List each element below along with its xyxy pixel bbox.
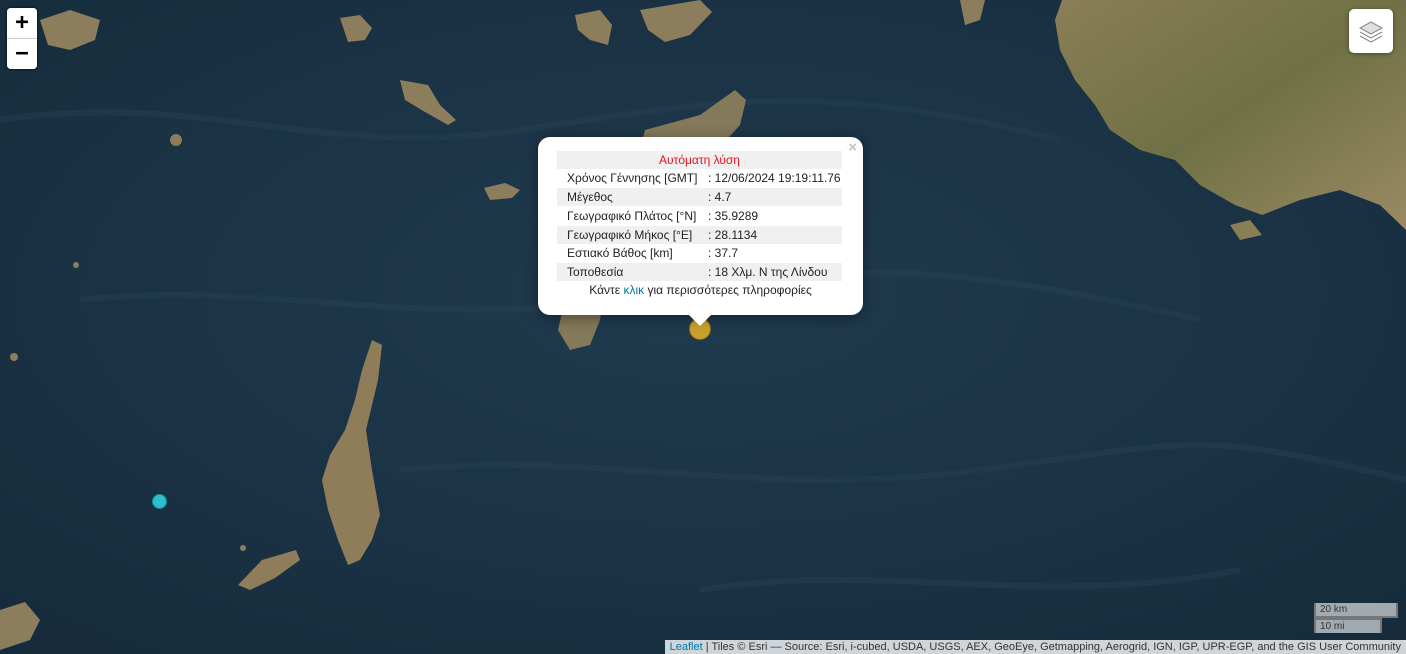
leaflet-link[interactable]: Leaflet: [670, 641, 703, 653]
zoom-in-button[interactable]: +: [7, 8, 37, 38]
row-value: : 18 Χλμ. Ν της Λίνδου: [708, 265, 828, 279]
row-value: : 37.7: [708, 246, 739, 260]
row-label: Μέγεθος: [567, 190, 613, 204]
row-label: Εστιακό Βάθος [km]: [567, 246, 673, 260]
popup-row-origin-time: Χρόνος Γέννησης [GMT] : 12/06/2024 19:19…: [557, 169, 842, 187]
footer-suffix: για περισσότερες πληροφορίες: [644, 283, 812, 297]
layers-icon: [1358, 21, 1384, 43]
row-label: Χρόνος Γέννησης [GMT]: [567, 171, 698, 185]
popup-title: Αυτόματη λύση: [557, 151, 842, 169]
row-value: : 12/06/2024 19:19:11.76: [708, 171, 841, 185]
popup-row-magnitude: Μέγεθος : 4.7: [557, 188, 842, 206]
footer-prefix: Κάντε: [589, 283, 624, 297]
row-label: Τοποθεσία: [567, 265, 624, 279]
popup-tip: [689, 315, 711, 326]
row-label: Γεωγραφικό Πλάτος [°N]: [567, 209, 697, 223]
row-value: : 35.9289: [708, 209, 759, 223]
scale-mi: 10 mi: [1314, 618, 1382, 633]
earthquake-marker[interactable]: [152, 494, 167, 509]
attribution: Leaflet | Tiles © Esri — Source: Esri, i…: [664, 640, 1406, 654]
popup-row-location: Τοποθεσία : 18 Χλμ. Ν της Λίνδου: [557, 263, 842, 281]
more-info-link[interactable]: κλικ: [623, 283, 644, 297]
zoom-control: + −: [7, 8, 37, 69]
row-value: : 4.7: [708, 190, 732, 204]
popup-close-button[interactable]: ×: [848, 140, 857, 155]
zoom-out-button[interactable]: −: [7, 38, 37, 69]
popup-row-depth: Εστιακό Βάθος [km] : 37.7: [557, 244, 842, 262]
attribution-text: | Tiles © Esri — Source: Esri, i-cubed, …: [702, 641, 1401, 653]
scale-km: 20 km: [1314, 603, 1398, 618]
layers-button[interactable]: [1349, 9, 1393, 53]
scale-bar: 20 km 10 mi: [1314, 603, 1398, 633]
popup-row-latitude: Γεωγραφικό Πλάτος [°N] : 35.9289: [557, 207, 842, 225]
row-value: : 28.1134: [708, 228, 758, 242]
earthquake-popup: × Αυτόματη λύση Χρόνος Γέννησης [GMT] : …: [538, 137, 863, 326]
row-label: Γεωγραφικό Μήκος [°E]: [567, 228, 693, 242]
popup-footer: Κάντε κλικ για περισσότερες πληροφορίες: [538, 283, 863, 297]
popup-row-longitude: Γεωγραφικό Μήκος [°E] : 28.1134: [557, 226, 842, 244]
